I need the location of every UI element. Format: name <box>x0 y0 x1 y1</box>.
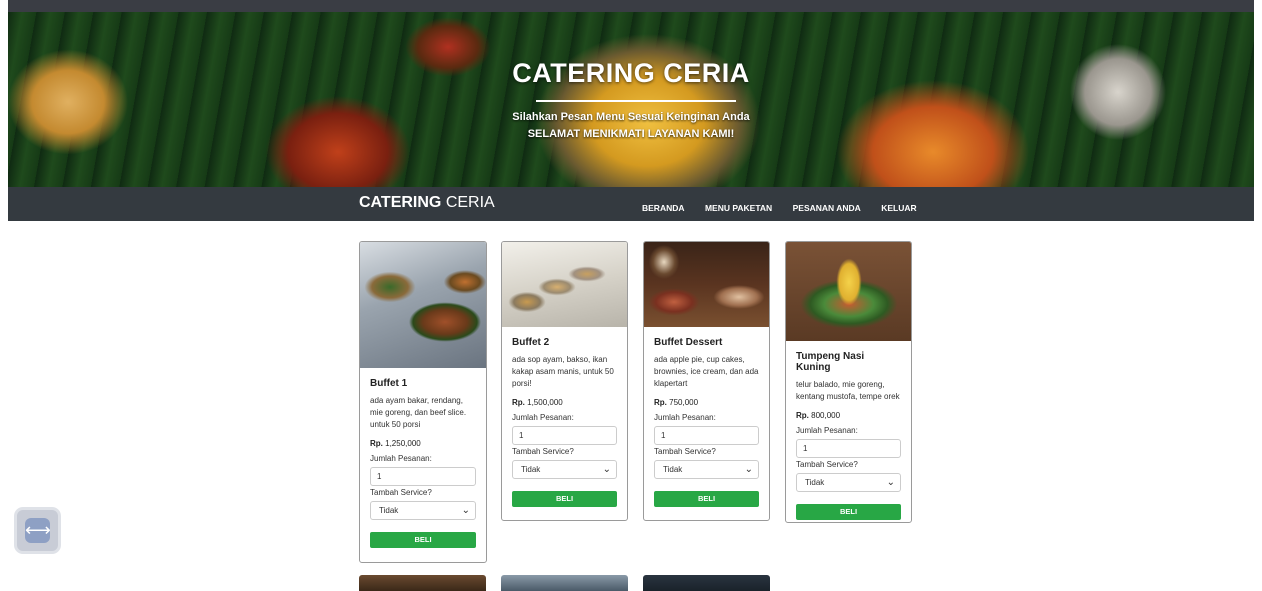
product-title: Buffet 2 <box>512 337 550 348</box>
chevron-down-icon: ⌄ <box>602 464 611 475</box>
lightning-bolt-icon: ⟷ <box>25 518 51 543</box>
quantity-label: Jumlah Pesanan: <box>370 454 432 463</box>
service-label: Tambah Service? <box>654 447 716 456</box>
chevron-down-icon: ⌄ <box>886 477 895 488</box>
product-card-buffet-1: Buffet 1 ada ayam bakar, rendang, mie go… <box>359 241 487 563</box>
service-label: Tambah Service? <box>512 447 574 456</box>
nav-link-pesanan-anda[interactable]: PESANAN ANDA <box>793 203 861 213</box>
nav-link-beranda[interactable]: BERANDA <box>642 203 685 213</box>
nav-link-menu-paketan[interactable]: MENU PAKETAN <box>705 203 772 213</box>
quantity-label: Jumlah Pesanan: <box>654 413 716 422</box>
product-card-buffet-2: Buffet 2 ada sop ayam, bakso, ikan kakap… <box>501 241 628 521</box>
service-label: Tambah Service? <box>370 488 432 497</box>
quantity-label: Jumlah Pesanan: <box>512 413 574 422</box>
product-price: Rp. 1,500,000 <box>512 398 563 407</box>
product-description: ada ayam bakar, rendang, mie goreng, dan… <box>370 396 467 429</box>
tumpeng-photo <box>786 242 911 341</box>
hero-divider <box>536 100 736 102</box>
next-card-peek <box>643 575 770 591</box>
next-card-peek <box>501 575 628 591</box>
quantity-label: Jumlah Pesanan: <box>796 426 858 435</box>
floating-action-button[interactable]: ⟷ <box>14 507 61 554</box>
hero-title: CATERING CERIA <box>512 58 750 88</box>
nav-links: BERANDA MENU PAKETAN PESANAN ANDA KELUAR <box>642 198 933 216</box>
product-description: ada sop ayam, bakso, ikan kakap asam man… <box>512 355 614 388</box>
chevron-down-icon: ⌄ <box>744 464 753 475</box>
buffet-trays-photo <box>360 242 486 368</box>
service-select[interactable]: Tidak ⌄ <box>654 460 759 479</box>
navbar-brand[interactable]: CATERING CERIA <box>359 194 495 212</box>
nav-link-keluar[interactable]: KELUAR <box>881 203 916 213</box>
service-label: Tambah Service? <box>796 460 858 469</box>
navbar: CATERING CERIA BERANDA MENU PAKETAN PESA… <box>8 187 1254 221</box>
product-title: Tumpeng Nasi Kuning <box>796 351 865 373</box>
product-price: Rp. 800,000 <box>796 411 841 420</box>
buffet-line-photo <box>502 242 627 327</box>
product-price: Rp. 750,000 <box>654 398 699 407</box>
beli-button[interactable]: BELI <box>370 532 476 548</box>
product-description: ada apple pie, cup cakes, brownies, ice … <box>654 355 759 388</box>
product-description: telur balado, mie goreng, kentang mustof… <box>796 380 900 401</box>
quantity-input[interactable]: 1 <box>512 426 617 445</box>
top-browser-strip <box>8 0 1254 12</box>
quantity-input[interactable]: 1 <box>370 467 476 486</box>
quantity-input[interactable]: 1 <box>796 439 901 458</box>
beli-button[interactable]: BELI <box>512 491 617 507</box>
hero-subtitle-line2: SELAMAT MENIKMATI LAYANAN KAMI! <box>527 128 735 140</box>
beli-button[interactable]: BELI <box>796 504 901 520</box>
product-card-tumpeng: Tumpeng Nasi Kuning telur balado, mie go… <box>785 241 912 523</box>
quantity-input[interactable]: 1 <box>654 426 759 445</box>
product-title: Buffet Dessert <box>654 337 723 348</box>
hero-banner: CATERING CERIA Silahkan Pesan Menu Sesua… <box>8 12 1254 187</box>
brand-light: CERIA <box>441 194 495 211</box>
service-select[interactable]: Tidak ⌄ <box>370 501 476 520</box>
service-select[interactable]: Tidak ⌄ <box>512 460 617 479</box>
beli-button[interactable]: BELI <box>654 491 759 507</box>
product-price: Rp. 1,250,000 <box>370 439 421 448</box>
chevron-down-icon: ⌄ <box>461 505 470 516</box>
service-select[interactable]: Tidak ⌄ <box>796 473 901 492</box>
dessert-table-photo <box>644 242 769 327</box>
product-card-buffet-dessert: Buffet Dessert ada apple pie, cup cakes,… <box>643 241 770 521</box>
product-title: Buffet 1 <box>370 378 408 389</box>
brand-bold: CATERING <box>359 194 442 211</box>
hero-subtitle-line1: Silahkan Pesan Menu Sesuai Keinginan And… <box>512 111 750 123</box>
next-card-peek <box>359 575 486 591</box>
